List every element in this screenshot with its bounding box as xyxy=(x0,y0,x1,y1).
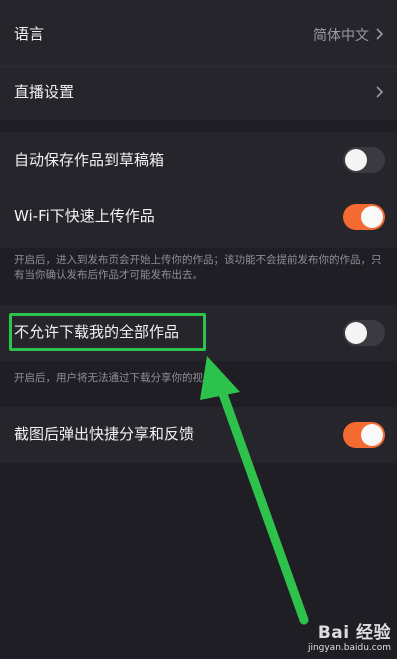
section-divider xyxy=(0,393,397,407)
language-value: 简体中文 xyxy=(313,28,369,44)
toggle-knob xyxy=(345,322,367,344)
chevron-right-icon xyxy=(376,28,384,40)
toggle-knob xyxy=(345,149,367,171)
autosave-label: 自动保存作品到草稿箱 xyxy=(14,151,165,169)
wifi-upload-note: 开启后，进入到发布页会开始上传你的作品；该功能不会提前发布你的作品，只有当你确认… xyxy=(14,254,382,281)
toggle-knob xyxy=(361,206,383,228)
no-download-note: 开启后，用户将无法通过下载分享你的视频。 xyxy=(14,372,224,384)
watermark: Bai 经验 jingyan.baidu.com xyxy=(308,618,391,653)
screenshot-share-label: 截图后弹出快捷分享和反馈 xyxy=(14,425,195,443)
watermark-url: jingyan.baidu.com xyxy=(307,643,391,653)
language-row[interactable]: 语言 简体中文 xyxy=(0,0,397,66)
language-label: 语言 xyxy=(14,25,45,43)
no-download-toggle[interactable] xyxy=(343,320,385,346)
live-settings-row[interactable]: 直播设置 xyxy=(0,66,397,121)
wifi-upload-label: Wi-Fi下快速上传作品 xyxy=(14,207,155,225)
screenshot-share-toggle[interactable] xyxy=(343,422,385,448)
autosave-row: 自动保存作品到草稿箱 xyxy=(0,132,397,188)
chevron-right-icon xyxy=(376,86,384,98)
autosave-toggle[interactable] xyxy=(343,147,385,173)
live-settings-label: 直播设置 xyxy=(14,83,75,101)
wifi-upload-row: Wi-Fi下快速上传作品 xyxy=(0,188,397,248)
wifi-upload-toggle[interactable] xyxy=(343,204,385,230)
section-divider xyxy=(0,120,397,132)
highlight-box xyxy=(9,313,206,351)
watermark-logo: Bai 经验 xyxy=(317,623,391,643)
toggle-knob xyxy=(361,424,383,446)
screenshot-share-row: 截图后弹出快捷分享和反馈 xyxy=(0,407,397,463)
